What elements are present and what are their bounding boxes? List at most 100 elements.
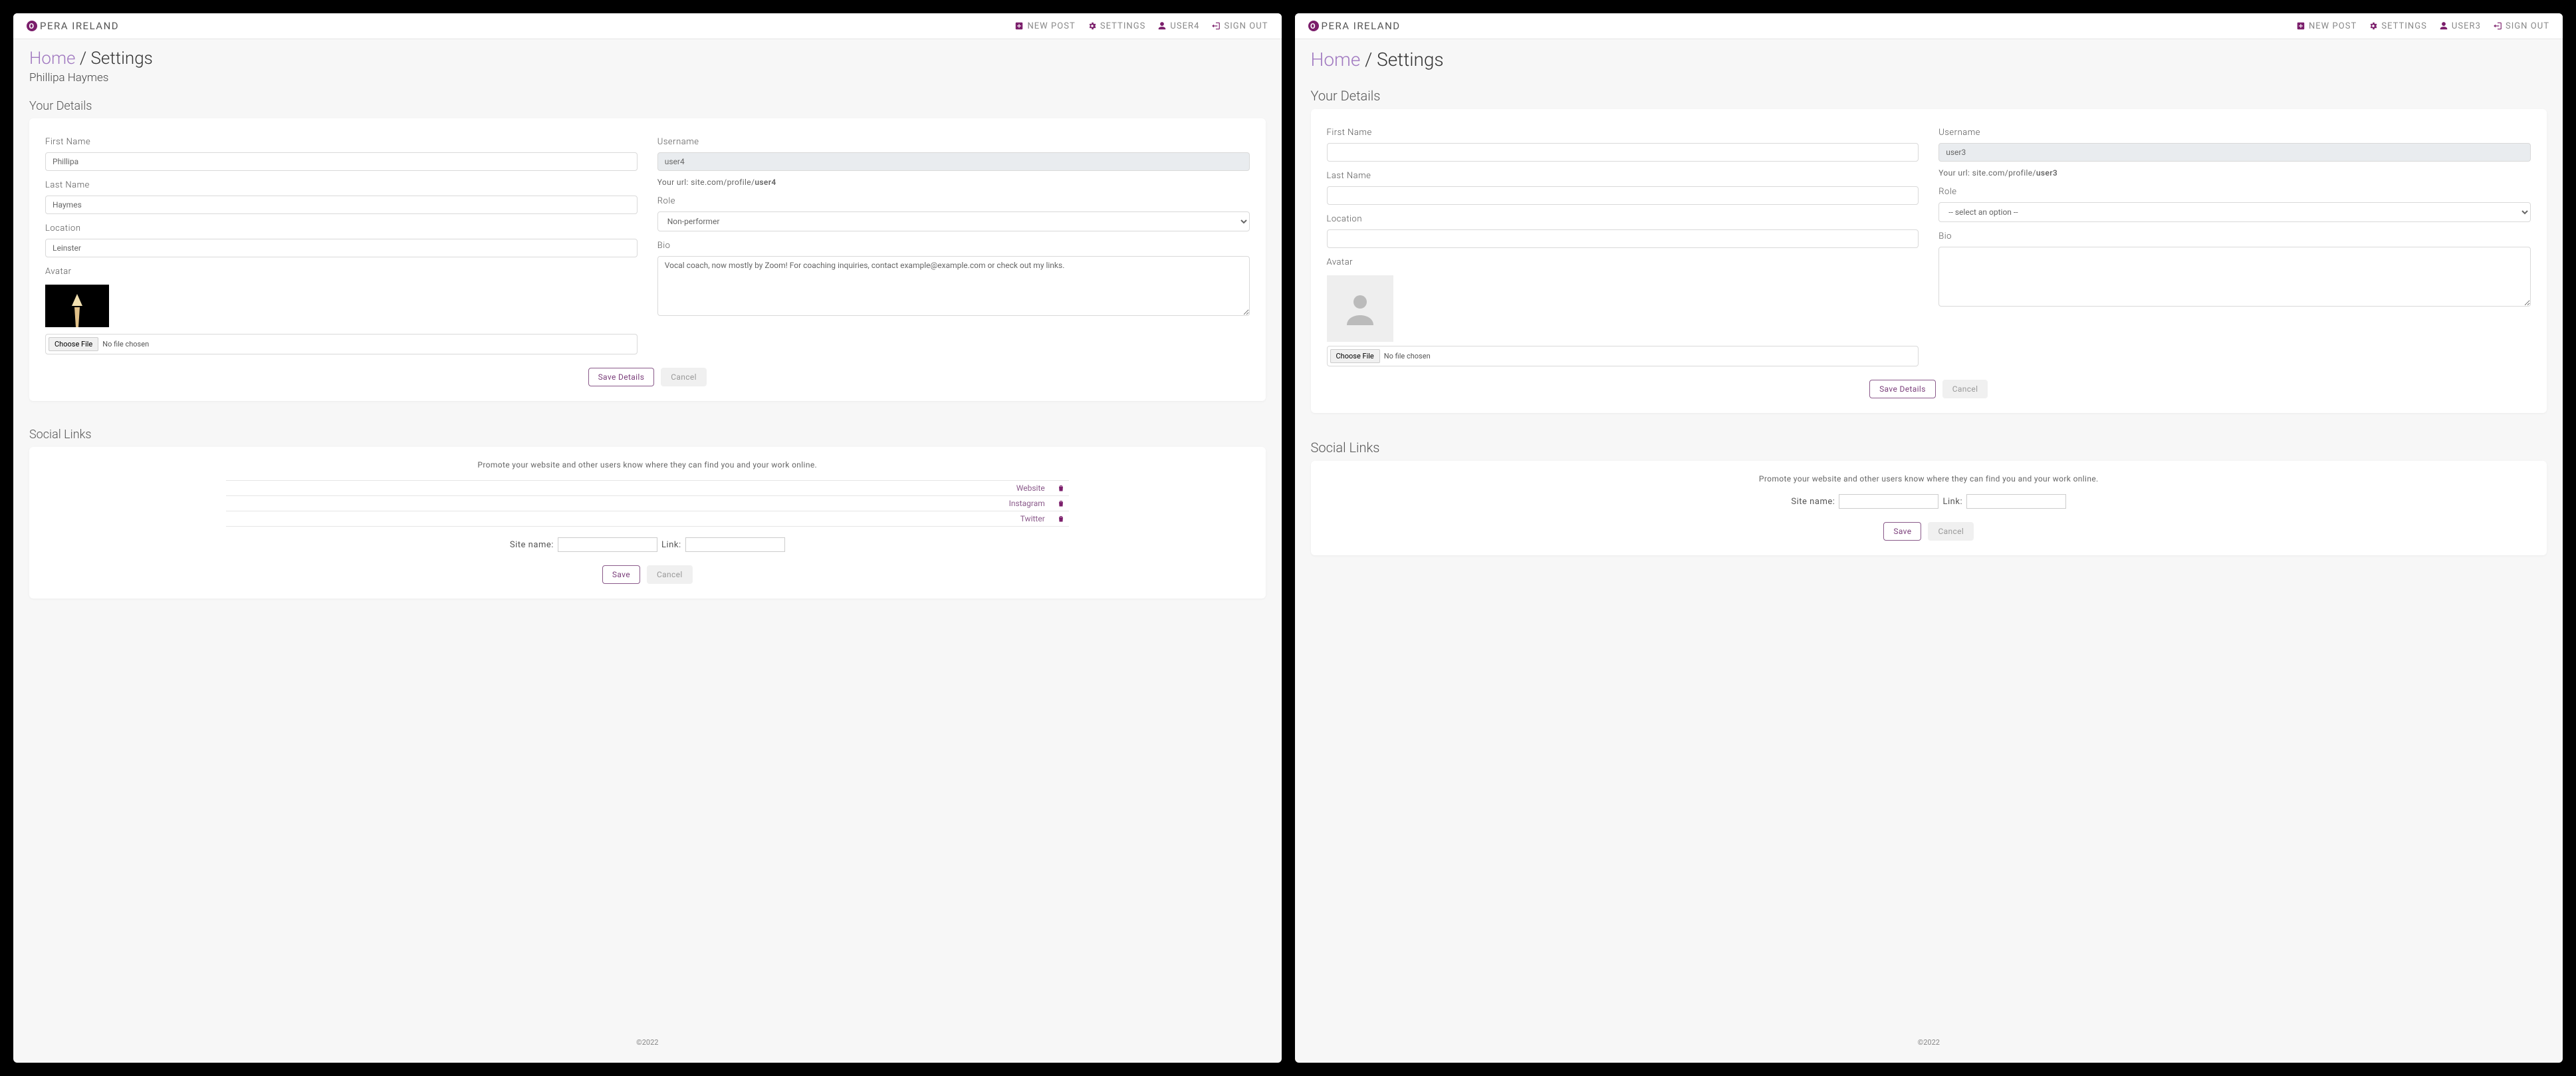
cancel-social-button[interactable]: Cancel [647, 565, 693, 584]
social-link[interactable]: Website [1016, 483, 1045, 493]
footer: ©2022 [13, 1026, 1282, 1063]
link-input[interactable] [1966, 494, 2066, 509]
bio-textarea[interactable] [657, 256, 1250, 316]
label-site-name: Site name: [1791, 497, 1835, 507]
social-link[interactable]: Twitter [1020, 514, 1045, 523]
file-status: No file chosen [1384, 352, 1431, 360]
brand[interactable]: O PERA IRELAND [27, 20, 119, 32]
choose-file-button[interactable]: Choose File [49, 337, 98, 351]
label-first-name: First Name [45, 137, 638, 147]
label-username: Username [1938, 128, 2531, 138]
label-first-name: First Name [1327, 128, 1919, 138]
save-details-button[interactable]: Save Details [588, 368, 655, 386]
label-last-name: Last Name [1327, 171, 1919, 181]
username-input [657, 152, 1250, 171]
label-role: Role [1938, 187, 2531, 197]
navbar: O PERA IRELAND NEW POST SETTINGS USER4 [13, 13, 1282, 39]
label-username: Username [657, 137, 1250, 147]
nav-new-post[interactable]: NEW POST [1014, 21, 1075, 31]
trash-icon[interactable] [1057, 499, 1065, 507]
label-avatar: Avatar [45, 267, 638, 277]
sign-out-icon [2493, 21, 2502, 31]
user-icon [2439, 21, 2448, 31]
label-avatar: Avatar [1327, 257, 1919, 267]
username-input [1938, 143, 2531, 162]
url-hint: Your url: site.com/profile/user3 [1938, 168, 2531, 178]
avatar-preview [45, 285, 109, 327]
section-social: Social Links [13, 417, 1282, 447]
plus-square-icon [1014, 21, 1024, 31]
avatar-placeholder [1327, 275, 1393, 342]
social-promo: Promote your website and other users kno… [45, 460, 1250, 470]
social-link[interactable]: Instagram [1009, 499, 1045, 508]
social-row: Twitter [226, 511, 1069, 527]
footer: ©2022 [1295, 1026, 2563, 1063]
trash-icon[interactable] [1057, 515, 1065, 523]
plus-square-icon [2296, 21, 2305, 31]
brand-text: PERA IRELAND [1322, 20, 1401, 32]
social-promo: Promote your website and other users kno… [1327, 474, 2531, 483]
user-icon [1157, 21, 1167, 31]
label-bio: Bio [657, 241, 1250, 251]
section-your-details: Your Details [1295, 77, 2563, 109]
save-social-button[interactable]: Save [1883, 522, 1921, 541]
last-name-input[interactable] [1327, 186, 1919, 205]
save-details-button[interactable]: Save Details [1869, 380, 1936, 398]
breadcrumb: Home / Settings [29, 49, 1266, 68]
nav-settings[interactable]: SETTINGS [1088, 21, 1146, 31]
sign-out-icon [1211, 21, 1221, 31]
user-placeholder-icon [1340, 289, 1380, 329]
nav-user[interactable]: USER3 [2439, 21, 2481, 31]
section-your-details: Your Details [13, 88, 1282, 118]
nav-new-post[interactable]: NEW POST [2296, 21, 2357, 31]
page-subtitle: Phillipa Haymes [29, 71, 1266, 84]
social-row: Website [226, 481, 1069, 496]
brand[interactable]: O PERA IRELAND [1308, 20, 1401, 32]
label-bio: Bio [1938, 231, 2531, 241]
trash-icon[interactable] [1057, 484, 1065, 492]
role-select[interactable]: -- select an option -- [1938, 202, 2531, 222]
nav-sign-out[interactable]: SIGN OUT [2493, 21, 2549, 31]
brand-logo-icon: O [27, 21, 37, 31]
location-input[interactable] [1327, 229, 1919, 248]
save-social-button[interactable]: Save [602, 565, 640, 584]
breadcrumb-current: Settings [91, 49, 153, 68]
link-input[interactable] [685, 537, 785, 552]
social-row: Instagram [226, 496, 1069, 511]
details-card: First Name Last Name Location Avatar Cho… [1311, 109, 2547, 413]
label-site-name: Site name: [510, 540, 554, 550]
role-select[interactable]: Non-performer [657, 211, 1250, 231]
location-input[interactable] [45, 239, 638, 257]
label-last-name: Last Name [45, 180, 638, 190]
social-card: Promote your website and other users kno… [1311, 461, 2547, 555]
gear-icon [1088, 21, 1097, 31]
details-card: First Name Last Name Location Avatar Cho… [29, 118, 1266, 401]
label-link: Link: [1942, 497, 1962, 507]
breadcrumb-home[interactable]: Home [1311, 49, 1361, 70]
social-card: Promote your website and other users kno… [29, 447, 1266, 599]
site-name-input[interactable] [558, 537, 657, 552]
brand-text: PERA IRELAND [40, 20, 119, 32]
label-role: Role [657, 196, 1250, 206]
last-name-input[interactable] [45, 196, 638, 214]
breadcrumb: Home / Settings [1311, 49, 2547, 70]
nav-sign-out[interactable]: SIGN OUT [1211, 21, 1268, 31]
navbar: O PERA IRELAND NEW POST SETTINGS USER3 [1295, 13, 2563, 39]
label-link: Link: [661, 540, 681, 550]
site-name-input[interactable] [1839, 494, 1938, 509]
label-location: Location [1327, 214, 1919, 224]
url-hint: Your url: site.com/profile/user4 [657, 178, 1250, 187]
cancel-button[interactable]: Cancel [1942, 380, 1988, 398]
cancel-social-button[interactable]: Cancel [1928, 522, 1974, 541]
first-name-input[interactable] [1327, 143, 1919, 162]
brand-logo-icon: O [1308, 21, 1319, 31]
choose-file-button[interactable]: Choose File [1330, 349, 1380, 363]
bio-textarea[interactable] [1938, 247, 2531, 307]
breadcrumb-home[interactable]: Home [29, 49, 75, 68]
first-name-input[interactable] [45, 152, 638, 171]
file-status: No file chosen [102, 340, 149, 348]
nav-user[interactable]: USER4 [1157, 21, 1199, 31]
section-social: Social Links [1295, 429, 2563, 461]
nav-settings[interactable]: SETTINGS [2369, 21, 2427, 31]
cancel-button[interactable]: Cancel [661, 368, 707, 386]
